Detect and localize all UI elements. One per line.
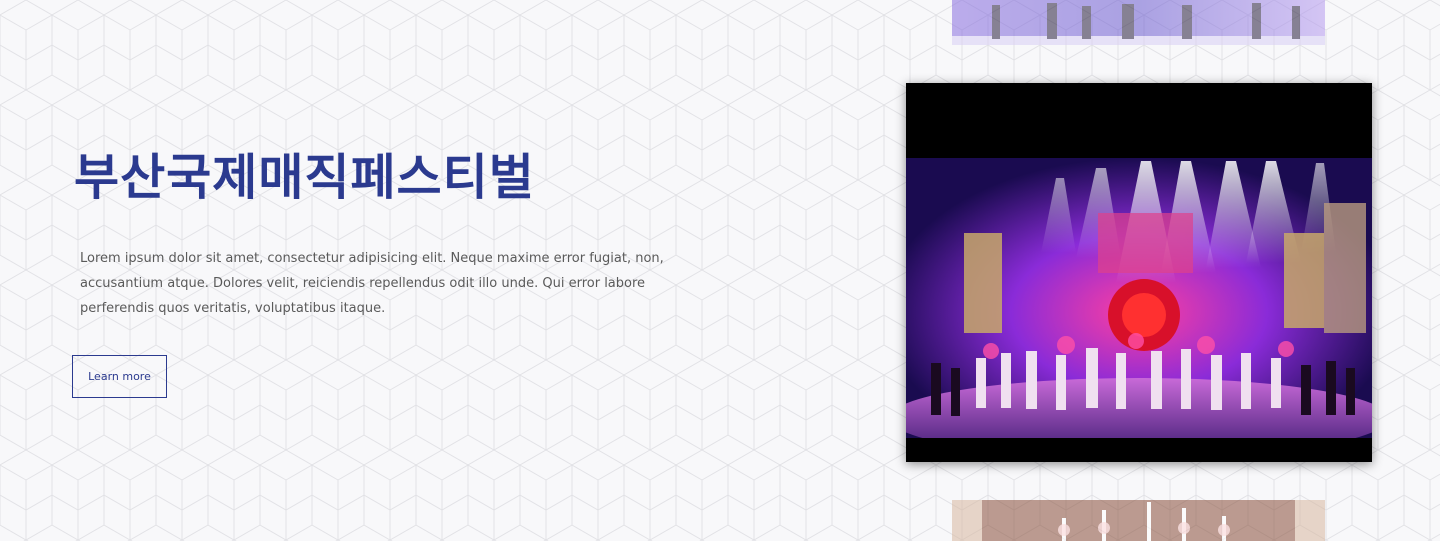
gallery-thumbnail-top[interactable] <box>952 0 1325 45</box>
featured-stage-photo[interactable] <box>906 83 1372 462</box>
learn-more-button[interactable]: Learn more <box>72 355 167 398</box>
stage-photo-image <box>952 0 1325 45</box>
gallery-thumbnail-bottom[interactable] <box>952 500 1325 541</box>
magic-show-stage-image <box>906 83 1372 462</box>
page-title: 부산국제매직페스티벌 <box>74 149 535 206</box>
fireworks-photo-image <box>952 500 1325 541</box>
hero-description: Lorem ipsum dolor sit amet, consectetur … <box>80 251 664 316</box>
